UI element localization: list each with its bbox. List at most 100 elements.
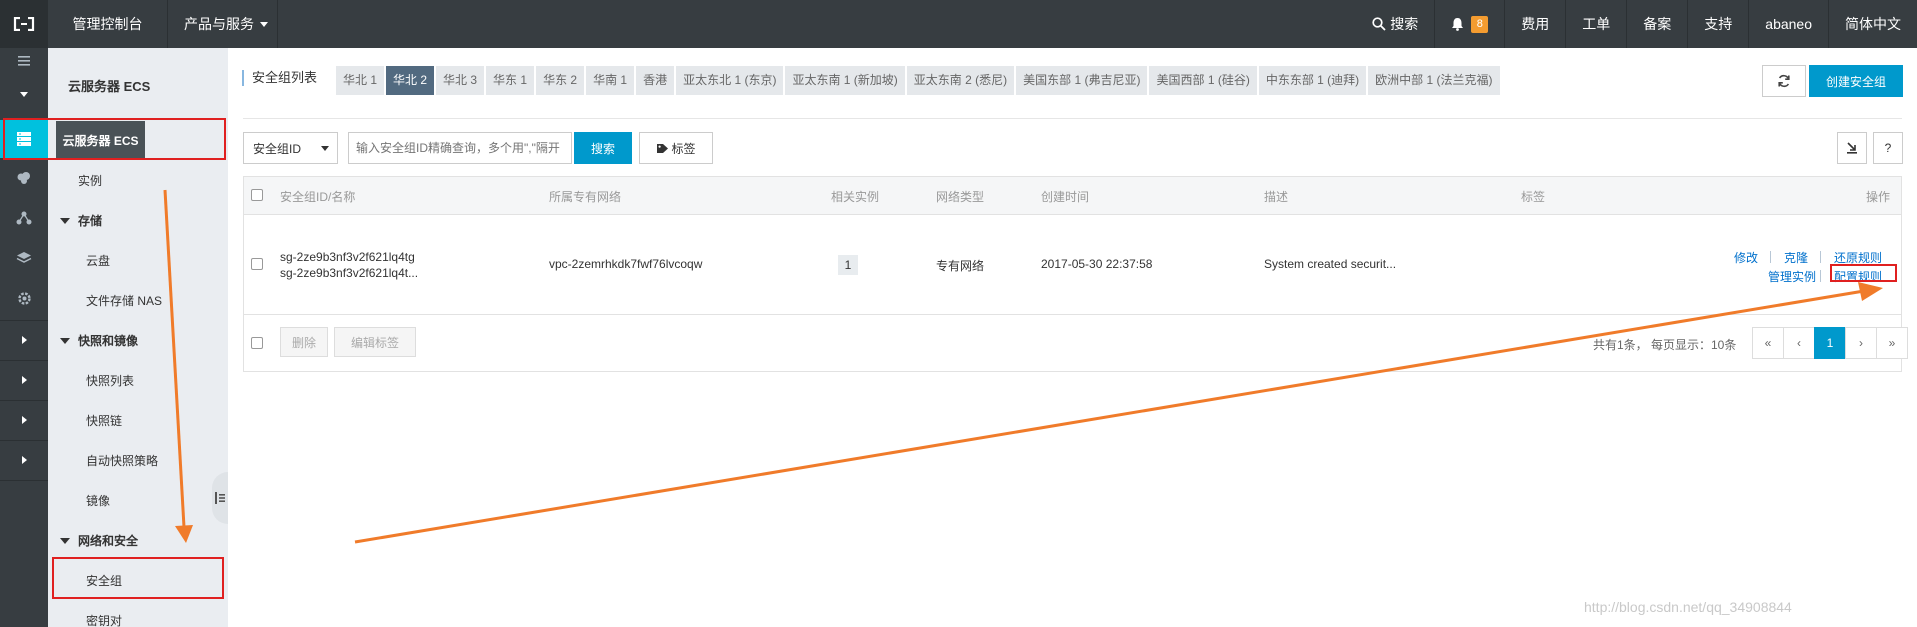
- layers-icon[interactable]: [0, 238, 48, 278]
- billing-link[interactable]: 费用: [1504, 0, 1565, 48]
- manage-instances-link[interactable]: 管理实例: [1768, 268, 1816, 285]
- edit-link[interactable]: 修改: [1734, 249, 1758, 266]
- create-security-group-button[interactable]: 创建安全组: [1809, 65, 1903, 97]
- instance-count-badge[interactable]: 1: [838, 255, 858, 275]
- chevron-right-icon[interactable]: [0, 320, 48, 360]
- region-tab[interactable]: 亚太东北 1 (东京): [676, 66, 784, 95]
- region-tab[interactable]: 亚太东南 2 (悉尼): [906, 66, 1015, 95]
- last-page-button[interactable]: »: [1876, 327, 1908, 359]
- delete-button[interactable]: 删除: [280, 327, 328, 357]
- sidebar-title: 云服务器 ECS: [68, 79, 151, 94]
- chevron-down-icon: [260, 21, 268, 27]
- network-nodes-icon[interactable]: [0, 198, 48, 238]
- region-tab[interactable]: 华北 3: [436, 66, 485, 95]
- network-type: 专有网络: [936, 259, 985, 273]
- select-all-checkbox[interactable]: [251, 189, 263, 201]
- table-header: 安全组ID/名称 所属专有网络 相关实例 网络类型 创建时间 描述 标签 操作: [244, 177, 1901, 215]
- chevron-down-icon: [321, 146, 329, 151]
- aliyun-logo-icon[interactable]: [0, 0, 48, 48]
- tag-filter-button[interactable]: 标签: [639, 132, 713, 164]
- sidebar-group-network[interactable]: 网络和安全: [60, 532, 138, 549]
- watermark: http://blog.csdn.net/qq_34908844: [1584, 599, 1792, 615]
- sidebar-item-key-pairs[interactable]: 密钥对: [86, 612, 122, 627]
- region-tab[interactable]: 华北 1: [336, 66, 385, 95]
- region-tab[interactable]: 香港: [636, 66, 675, 95]
- page-button-current[interactable]: 1: [1814, 327, 1846, 359]
- security-group-name: sg-2ze9b3nf3v2f621lq4t...: [280, 266, 419, 280]
- table-footer: 删除 编辑标签 共有1条， 每页显示：10条 « ‹ 1 › »: [244, 315, 1908, 371]
- tag-icon: [657, 143, 669, 153]
- help-button[interactable]: ?: [1873, 132, 1903, 164]
- prev-page-button[interactable]: ‹: [1783, 327, 1815, 359]
- column-header-created: 创建时间: [1041, 190, 1090, 204]
- region-tab[interactable]: 华东 1: [486, 66, 535, 95]
- region-tab[interactable]: 中东东部 1 (迪拜): [1258, 66, 1367, 95]
- tickets-link[interactable]: 工单: [1565, 0, 1626, 48]
- first-page-button[interactable]: «: [1752, 327, 1784, 359]
- edit-tags-button[interactable]: 编辑标签: [334, 327, 416, 357]
- filter-select[interactable]: 安全组ID: [243, 132, 338, 164]
- region-tab[interactable]: 亚太东南 1 (新加坡): [785, 66, 905, 95]
- gear-icon[interactable]: [0, 278, 48, 318]
- caret-down-icon[interactable]: [0, 74, 48, 114]
- region-tab[interactable]: 华南 1: [586, 66, 635, 95]
- rail-divider: [0, 480, 48, 481]
- chevron-right-icon[interactable]: [0, 400, 48, 440]
- search-button[interactable]: 搜索: [1356, 0, 1434, 48]
- sidebar-collapse-handle[interactable]: [212, 472, 228, 524]
- sidebar-item-auto-snapshot[interactable]: 自动快照策略: [86, 452, 158, 469]
- menu-icon[interactable]: [0, 48, 48, 74]
- column-header-tags: 标签: [1521, 190, 1546, 204]
- sidebar-group-storage[interactable]: 存储: [60, 212, 102, 229]
- column-header-id: 安全组ID/名称: [280, 190, 356, 204]
- sidebar-item-nas[interactable]: 文件存储 NAS: [86, 292, 162, 309]
- cloud-icon[interactable]: [0, 158, 48, 198]
- column-header-actions: 操作: [1866, 190, 1891, 204]
- language-menu[interactable]: 简体中文: [1828, 0, 1917, 48]
- column-header-network-type: 网络类型: [936, 190, 985, 204]
- caret-down-icon: [60, 537, 70, 544]
- sidebar-item-snapshot-list[interactable]: 快照列表: [86, 372, 134, 389]
- sidebar-item-snapshot-chain[interactable]: 快照链: [86, 412, 122, 429]
- pagination-summary: 共有1条， 每页显示：10条: [1593, 338, 1737, 352]
- search-button[interactable]: 搜索: [574, 132, 632, 164]
- refresh-button[interactable]: [1762, 65, 1806, 97]
- action-divider: [1820, 251, 1821, 263]
- clone-link[interactable]: 克隆: [1784, 249, 1808, 266]
- security-group-id-link[interactable]: sg-2ze9b3nf3v2f621lq4tg: [280, 250, 415, 264]
- chevron-right-icon[interactable]: [0, 440, 48, 480]
- region-tab[interactable]: 美国东部 1 (弗吉尼亚): [1016, 66, 1148, 95]
- sidebar-item-instances[interactable]: 实例: [78, 172, 102, 189]
- region-tabs: 华北 1 华北 2 华北 3 华东 1 华东 2 华南 1 香港 亚太东北 1 …: [336, 66, 1500, 95]
- console-link[interactable]: 管理控制台: [48, 0, 168, 48]
- bell-icon: [1452, 18, 1464, 31]
- products-menu[interactable]: 产品与服务: [168, 0, 278, 48]
- region-tab[interactable]: 美国西部 1 (硅谷): [1149, 66, 1257, 95]
- search-icon: [1372, 17, 1386, 31]
- notifications-badge: 8: [1471, 15, 1489, 33]
- footer-select-all-checkbox[interactable]: [251, 337, 263, 349]
- notifications-button[interactable]: 8: [1434, 0, 1504, 48]
- sidebar-group-snapshots[interactable]: 快照和镜像: [60, 332, 138, 349]
- row-checkbox[interactable]: [251, 258, 263, 270]
- icp-link[interactable]: 备案: [1626, 0, 1687, 48]
- created-time: 2017-05-30 22:37:58: [1041, 257, 1153, 271]
- user-menu[interactable]: abaneo: [1748, 0, 1828, 48]
- sidebar-item-disks[interactable]: 云盘: [86, 252, 110, 269]
- region-tab[interactable]: 欧洲中部 1 (法兰克福): [1368, 66, 1500, 95]
- region-tab-active[interactable]: 华北 2: [386, 66, 435, 95]
- support-link[interactable]: 支持: [1687, 0, 1748, 48]
- refresh-icon: [1778, 74, 1790, 88]
- security-group-table: 安全组ID/名称 所属专有网络 相关实例 网络类型 创建时间 描述 标签 操作 …: [243, 176, 1908, 372]
- main-content: 安全组列表 华北 1 华北 2 华北 3 华东 1 华东 2 华南 1 香港 亚…: [228, 48, 1917, 627]
- next-page-button[interactable]: ›: [1845, 327, 1877, 359]
- region-tab[interactable]: 华东 2: [536, 66, 585, 95]
- export-icon: [1847, 142, 1857, 154]
- export-button[interactable]: [1837, 132, 1867, 164]
- highlight-box-configure-rules: [1830, 264, 1897, 282]
- collapse-icon: [215, 492, 225, 504]
- chevron-right-icon[interactable]: [0, 360, 48, 400]
- caret-down-icon: [60, 337, 70, 344]
- sidebar-item-images[interactable]: 镜像: [86, 492, 110, 509]
- search-input[interactable]: [348, 132, 572, 164]
